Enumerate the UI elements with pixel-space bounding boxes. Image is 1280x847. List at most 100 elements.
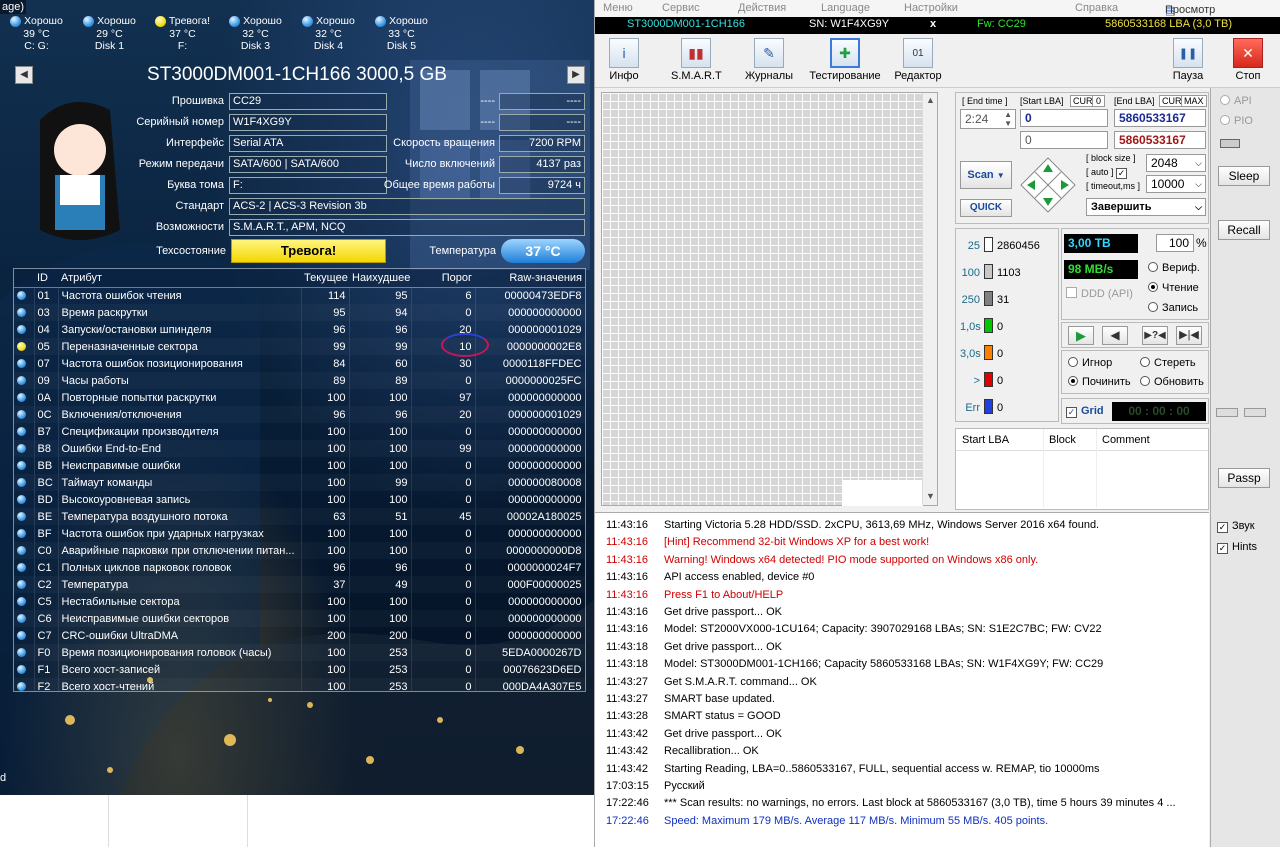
tab-info[interactable]: i Инфо xyxy=(607,38,641,82)
table-row[interactable]: BC Таймаут команды 100 99 0 000000080008 xyxy=(14,474,585,491)
table-row[interactable]: F0 Время позиционирования головок (часы) 1… xyxy=(14,644,585,661)
table-row[interactable]: 09 Часы работы 89 89 0 0000000025FC xyxy=(14,372,585,389)
col-id-header[interactable]: ID xyxy=(34,269,58,288)
navigation-diamond-icon[interactable] xyxy=(1019,156,1077,214)
start-zero-button[interactable]: 0 xyxy=(1092,95,1106,107)
tab-testing[interactable]: ✚ Тестирование xyxy=(808,38,882,82)
sleep-button[interactable]: Sleep xyxy=(1218,166,1270,186)
table-row[interactable]: C1 Полных циклов парковок головок 96 96 0 000… xyxy=(14,559,585,576)
table-row[interactable]: BE Температура воздушного потока 63 51 45 000… xyxy=(14,508,585,525)
attr-name: Часы работы xyxy=(58,372,302,389)
scan-block-grid[interactable]: ▲ ▼ xyxy=(601,92,938,506)
col-attribute-header[interactable]: Атрибут xyxy=(58,269,301,288)
table-row[interactable]: C5 Нестабильные сектора 100 100 0 00000000000… xyxy=(14,593,585,610)
col-raw-header[interactable]: Raw-значения xyxy=(475,269,585,288)
menu-settings[interactable]: Настройки xyxy=(904,2,958,14)
end-time-field[interactable]: 2:24 ▲ ▼ xyxy=(960,109,1016,129)
pause-button[interactable]: ❚❚ Пауза xyxy=(1170,38,1206,82)
ignore-radio[interactable]: Игнор xyxy=(1068,357,1112,369)
erase-radio[interactable]: Стереть xyxy=(1140,357,1196,369)
health-status-badge[interactable]: Тревога! xyxy=(231,239,386,263)
attr-current: 89 xyxy=(301,372,350,389)
passport-button[interactable]: Passp xyxy=(1218,468,1270,488)
table-row[interactable]: C2 Температура 37 49 0 000F00000025 xyxy=(14,576,585,593)
table-row[interactable]: B7 Спецификации производителя 100 100 0 00000… xyxy=(14,423,585,440)
temperature-badge[interactable]: 37 °C xyxy=(501,239,585,263)
random-seek-button[interactable]: ▶?◀ xyxy=(1142,326,1168,345)
end-max-button[interactable]: MAX xyxy=(1181,95,1207,107)
hints-checkbox[interactable]: ✓ Hints xyxy=(1217,541,1257,554)
tab-editor[interactable]: 01 Редактор xyxy=(893,38,943,82)
ddd-api-checkbox[interactable]: DDD (API) xyxy=(1066,287,1133,300)
col-worst-header[interactable]: Наихудшее xyxy=(349,269,411,288)
close-drive-button[interactable]: x xyxy=(930,18,936,30)
table-row[interactable]: BF Частота ошибок при ударных нагрузках 10… xyxy=(14,525,585,542)
finish-action-select[interactable]: Завершить ⌵ xyxy=(1086,198,1206,216)
start-lba-input[interactable]: 0 xyxy=(1020,109,1108,127)
block-auto-checkbox[interactable]: [ auto ] ✓ xyxy=(1086,167,1131,179)
quick-button[interactable]: QUICK xyxy=(960,199,1012,217)
end-lba-input[interactable]: 5860533167 xyxy=(1114,109,1206,127)
grid-checkbox[interactable]: ✓ Grid xyxy=(1066,405,1104,418)
menu-service[interactable]: Сервис xyxy=(662,2,700,14)
menu-help[interactable]: Справка xyxy=(1075,2,1118,14)
menu-main[interactable]: Меню xyxy=(603,2,633,14)
disk-tab-2[interactable]: Тревога! 37 °C F: xyxy=(146,14,219,56)
disk-tab-4[interactable]: Хорошо 32 °C Disk 4 xyxy=(292,14,365,56)
sound-checkbox[interactable]: ✓ Звук xyxy=(1217,520,1255,533)
grid-scrollbar[interactable]: ▲ ▼ xyxy=(922,93,937,505)
table-row[interactable]: 01 Частота ошибок чтения 114 95 6 00000473EDF… xyxy=(14,287,585,304)
table-row[interactable]: 0A Повторные попытки раскрутки 100 100 97 000… xyxy=(14,389,585,406)
table-row[interactable]: 04 Запуски/остановки шпинделя 96 96 20 000000… xyxy=(14,321,585,338)
col-threshold-header[interactable]: Порог xyxy=(411,269,475,288)
play-button[interactable]: ▶ xyxy=(1068,326,1094,345)
tab-logs[interactable]: ✎ Журналы xyxy=(744,38,794,82)
good-status-icon xyxy=(17,427,26,437)
col-current-header[interactable]: Текущее xyxy=(301,269,349,288)
disk-tab-1[interactable]: Хорошо 29 °C Disk 1 xyxy=(73,14,146,56)
table-row[interactable]: BD Высокоуровневая запись 100 100 0 000000000… xyxy=(14,491,585,508)
verify-radio[interactable]: Вериф. xyxy=(1148,262,1200,274)
table-row[interactable]: F1 Всего хост-записей 100 253 0 00076623D6ED xyxy=(14,661,585,678)
disk-tab-3[interactable]: Хорошо 32 °C Disk 3 xyxy=(219,14,292,56)
recall-button[interactable]: Recall xyxy=(1218,220,1270,240)
read-radio[interactable]: Чтение xyxy=(1148,282,1199,294)
disk-tab-5[interactable]: Хорошо 33 °C Disk 5 xyxy=(365,14,438,56)
disk-tab-0[interactable]: Хорошо 39 °C C: G: xyxy=(0,14,73,56)
butterfly-button[interactable]: ▶|◀ xyxy=(1176,326,1202,345)
reverse-button[interactable]: ◀ xyxy=(1102,326,1128,345)
col-block-header[interactable]: Block xyxy=(1049,434,1076,446)
col-comment-header[interactable]: Comment xyxy=(1102,434,1150,446)
table-row[interactable]: 07 Частота ошибок позиционирования 84 60 30 0… xyxy=(14,355,585,372)
write-radio[interactable]: Запись xyxy=(1148,302,1198,314)
table-row[interactable]: B8 Ошибки End-to-End 100 100 99 000000000000 xyxy=(14,440,585,457)
timeout-select[interactable]: 10000 ⌵ xyxy=(1146,175,1206,193)
radio-icon xyxy=(1148,302,1158,312)
table-row[interactable]: 0C Включения/отключения 96 96 20 000000001029 xyxy=(14,406,585,423)
table-row[interactable]: 05 Переназначенные сектора 99 99 10 000000000… xyxy=(14,338,585,355)
log-time: 17:22:46 xyxy=(606,797,649,810)
stop-button[interactable]: ✕ Стоп xyxy=(1230,38,1266,82)
repair-radio[interactable]: Починить xyxy=(1068,376,1131,388)
table-row[interactable]: C6 Неисправимые ошибки секторов 100 100 0 000… xyxy=(14,610,585,627)
refresh-radio[interactable]: Обновить xyxy=(1140,376,1204,388)
pio-radio[interactable]: PIO xyxy=(1220,115,1253,127)
attr-raw: 000000080008 xyxy=(475,474,585,491)
tab-smart[interactable]: ▮▮ S.M.A.R.T xyxy=(671,38,722,82)
next-disk-button[interactable]: ▶ xyxy=(567,66,585,84)
table-row[interactable]: F2 Всего хост-чтений 100 253 0 000DA4A307E5 xyxy=(14,678,585,691)
block-size-select[interactable]: 2048 ⌵ xyxy=(1146,154,1206,172)
scan-button[interactable]: Scan ▼ xyxy=(960,161,1012,189)
drive-serial: SN: W1F4XG9Y xyxy=(809,18,890,30)
menu-language[interactable]: Language xyxy=(821,2,870,14)
table-row[interactable]: 03 Время раскрутки 95 94 0 000000000000 xyxy=(14,304,585,321)
table-row[interactable]: C7 CRC-ошибки UltraDMA 200 200 0 000000000000 xyxy=(14,627,585,644)
api-radio[interactable]: API xyxy=(1220,95,1252,107)
menu-actions[interactable]: Действия xyxy=(738,2,786,14)
attr-raw: 000000000000 xyxy=(475,389,585,406)
attr-raw: 000000001029 xyxy=(475,406,585,423)
latency-swatch-icon xyxy=(984,399,993,414)
table-row[interactable]: C0 Аварийные парковки при отключении пита… xyxy=(14,542,585,559)
col-start-lba-header[interactable]: Start LBA xyxy=(962,434,1009,446)
table-row[interactable]: BB Неисправимые ошибки 100 100 0 000000000000 xyxy=(14,457,585,474)
